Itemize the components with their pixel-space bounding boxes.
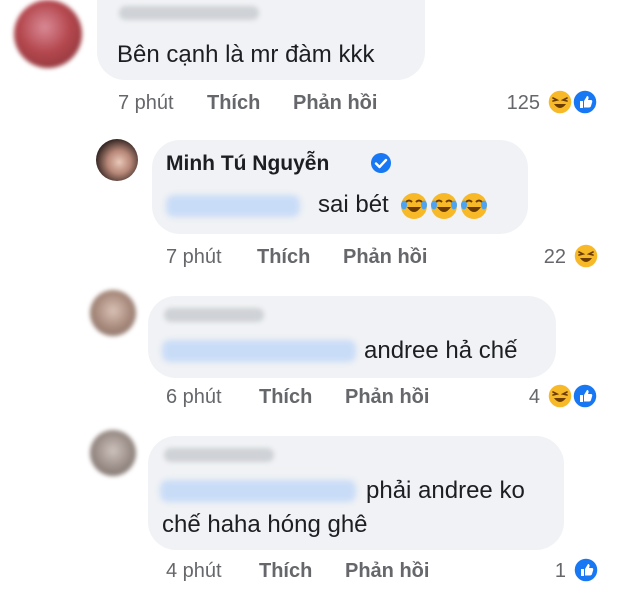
haha-reaction-icon (547, 89, 573, 115)
reply-button[interactable]: Phản hồi (345, 560, 429, 583)
reaction-count[interactable]: 1 (540, 560, 566, 583)
haha-reaction-icon (573, 243, 599, 269)
comment-author[interactable]: Minh Tú Nguyễn (166, 152, 329, 176)
like-reaction-icon (572, 89, 598, 115)
reply-button[interactable]: Phản hồi (345, 386, 429, 409)
comment-text: sai bét (318, 188, 489, 222)
blurred-commenter-name[interactable] (119, 6, 259, 20)
commenter-avatar[interactable] (14, 0, 82, 68)
commenter-avatar[interactable] (90, 290, 136, 336)
like-reaction-icon (573, 557, 599, 583)
comment-text: phải andree ko (366, 477, 525, 504)
comment-time[interactable]: 6 phút (166, 386, 222, 409)
comment-time[interactable]: 7 phút (118, 92, 174, 115)
reply-button[interactable]: Phản hồi (293, 92, 377, 115)
joy-emoji-icon (429, 191, 459, 221)
like-button[interactable]: Thích (259, 386, 312, 409)
blurred-commenter-name[interactable] (164, 448, 274, 462)
reply-button[interactable]: Phản hồi (343, 246, 427, 269)
joy-emoji-icon (459, 191, 489, 221)
blurred-tagged-name[interactable] (166, 195, 300, 217)
blurred-tagged-name[interactable] (160, 480, 356, 502)
comment-text-content: sai bét (318, 191, 389, 218)
joy-emoji-icon (399, 191, 429, 221)
haha-reaction-icon (547, 383, 573, 409)
comment-text: andree hả chế (364, 337, 518, 364)
commenter-avatar[interactable] (96, 139, 138, 181)
commenter-avatar[interactable] (90, 430, 136, 476)
reaction-count[interactable]: 22 (520, 246, 566, 269)
like-reaction-icon (572, 383, 598, 409)
like-button[interactable]: Thích (207, 92, 260, 115)
like-button[interactable]: Thích (259, 560, 312, 583)
comment-bubble: andree hả chế (148, 296, 556, 378)
comment-bubble: Bên cạnh là mr đàm kkk (97, 0, 425, 80)
comment-bubble: Minh Tú Nguyễn sai bét (152, 140, 528, 234)
comment-text: Bên cạnh là mr đàm kkk (117, 41, 375, 68)
comment-text: chế haha hóng ghê (162, 511, 368, 538)
comment-time[interactable]: 4 phút (166, 560, 222, 583)
like-button[interactable]: Thích (257, 246, 310, 269)
blurred-tagged-name[interactable] (162, 340, 356, 362)
verified-badge-icon (370, 152, 392, 174)
comment-time[interactable]: 7 phút (166, 246, 222, 269)
blurred-commenter-name[interactable] (164, 308, 264, 322)
reaction-count[interactable]: 4 (510, 386, 540, 409)
reaction-count[interactable]: 125 (492, 92, 540, 115)
comment-bubble: phải andree ko chế haha hóng ghê (148, 436, 564, 550)
